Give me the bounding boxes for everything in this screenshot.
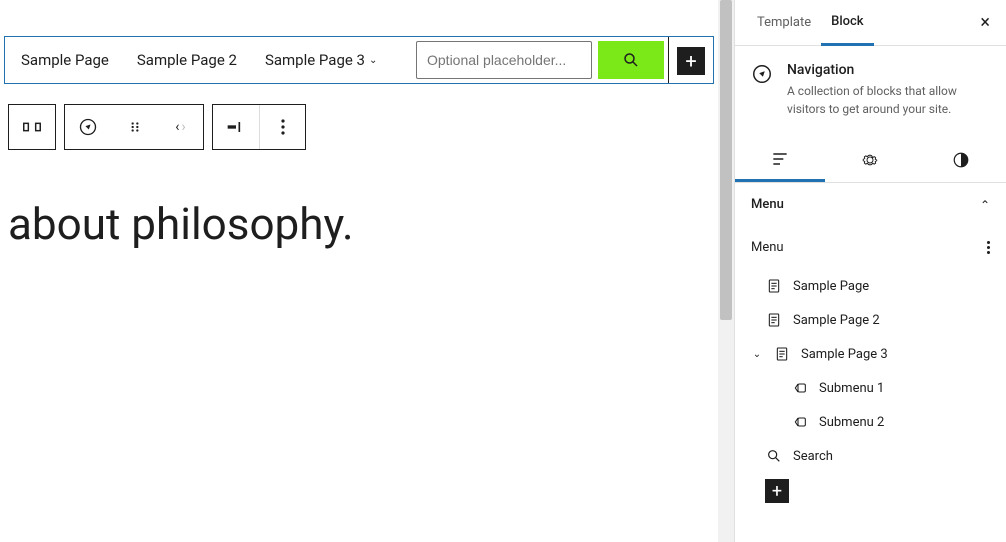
- chevron-down-icon: ⌄: [369, 55, 377, 66]
- tree-item-page[interactable]: Sample Page: [747, 269, 994, 303]
- search-input[interactable]: [416, 41, 592, 79]
- row-icon: [21, 116, 43, 138]
- navigation-tree: Sample Page Sample Page 2 ⌄ Sample Page …: [735, 269, 1006, 515]
- menu-panel-label: Menu: [751, 197, 784, 212]
- tree-item-submenu[interactable]: Submenu 1: [747, 371, 994, 405]
- styles-icon: [952, 151, 970, 169]
- gear-icon: [861, 151, 879, 169]
- post-content: about philosophy.: [8, 198, 710, 250]
- tree-item-label: Sample Page 3: [801, 347, 888, 362]
- navigation-links: Sample Page Sample Page 2 Sample Page 3 ⌄: [5, 37, 391, 83]
- block-card-text: Navigation A collection of blocks that a…: [787, 62, 990, 118]
- toolbar-group-block: ‹›: [64, 104, 204, 150]
- submenu-icon: [791, 379, 809, 397]
- search-button[interactable]: [598, 41, 664, 79]
- tree-item-page[interactable]: Sample Page 2: [747, 303, 994, 337]
- sidebar-tabs: Template Block ×: [735, 0, 1006, 46]
- chevron-right-icon[interactable]: ›: [182, 119, 186, 135]
- search-icon: [622, 51, 640, 69]
- tree-item-label: Search: [793, 449, 833, 464]
- navigation-block[interactable]: Sample Page Sample Page 2 Sample Page 3 ⌄…: [4, 36, 714, 84]
- settings-sidebar: Template Block × Navigation A collection…: [734, 0, 1006, 542]
- block-type-button[interactable]: [65, 105, 111, 149]
- tree-item-label: Sample Page: [793, 279, 869, 294]
- submenu-icon: [791, 413, 809, 431]
- menu-name-row[interactable]: Menu: [735, 226, 1006, 269]
- chevron-down-icon[interactable]: ⌄: [751, 349, 763, 360]
- chevron-left-icon[interactable]: ‹: [175, 119, 179, 135]
- drag-icon: [128, 120, 142, 134]
- mover-buttons[interactable]: ‹›: [157, 105, 203, 149]
- page-icon: [773, 345, 791, 363]
- tree-item-label: Submenu 1: [819, 381, 884, 396]
- chevron-up-icon: ⌃: [980, 198, 990, 212]
- tree-item-page-expanded[interactable]: ⌄ Sample Page 3: [747, 337, 994, 371]
- subtab-settings[interactable]: [825, 138, 915, 182]
- inspector-subtabs: [735, 138, 1006, 183]
- divider: [668, 37, 669, 83]
- tab-template[interactable]: Template: [747, 0, 821, 46]
- nav-link-label: Sample Page: [21, 51, 109, 69]
- add-menu-item-button[interactable]: +: [765, 479, 789, 503]
- page-icon: [765, 277, 783, 295]
- block-card: Navigation A collection of blocks that a…: [735, 46, 1006, 130]
- drag-handle[interactable]: [111, 105, 157, 149]
- block-title: Navigation: [787, 62, 990, 78]
- menu-actions-button[interactable]: [987, 241, 990, 254]
- tree-item-label: Sample Page 2: [793, 313, 880, 328]
- nav-link-sample-page-2[interactable]: Sample Page 2: [123, 51, 251, 69]
- page-icon: [765, 311, 783, 329]
- subtab-styles[interactable]: [916, 138, 1006, 182]
- justify-button[interactable]: [213, 105, 259, 149]
- close-sidebar-button[interactable]: ×: [976, 8, 994, 37]
- nav-link-sample-page[interactable]: Sample Page: [7, 51, 123, 69]
- subtab-list-view[interactable]: [735, 138, 825, 182]
- more-vertical-icon: [281, 119, 285, 135]
- navigation-icon: [78, 117, 98, 137]
- editor-canvas: Sample Page Sample Page 2 Sample Page 3 ⌄…: [0, 0, 718, 542]
- more-options-button[interactable]: [259, 105, 305, 149]
- justify-icon: [226, 120, 246, 134]
- heading-block[interactable]: about philosophy.: [8, 198, 710, 250]
- search-icon: [765, 447, 783, 465]
- toolbar-group-align: [212, 104, 306, 150]
- nav-link-label: Sample Page 3: [265, 51, 365, 69]
- list-view-icon: [770, 151, 790, 167]
- nav-link-sample-page-3[interactable]: Sample Page 3 ⌄: [251, 51, 391, 69]
- scrollbar-track[interactable]: [718, 0, 734, 542]
- tab-block[interactable]: Block: [821, 0, 873, 46]
- scrollbar-thumb[interactable]: [720, 0, 732, 320]
- tree-item-submenu[interactable]: Submenu 2: [747, 405, 994, 439]
- add-block-button[interactable]: +: [677, 47, 705, 75]
- select-parent-button[interactable]: [9, 105, 55, 149]
- block-description: A collection of blocks that allow visito…: [787, 82, 990, 118]
- toolbar-group-parent: [8, 104, 56, 150]
- navigation-icon: [751, 62, 773, 118]
- nav-link-label: Sample Page 2: [137, 51, 237, 69]
- menu-panel-toggle[interactable]: Menu ⌃: [735, 183, 1006, 226]
- tree-item-search[interactable]: Search: [747, 439, 994, 473]
- move-arrows: ‹›: [175, 119, 185, 135]
- tree-item-label: Submenu 2: [819, 415, 884, 430]
- menu-name-label: Menu: [751, 240, 784, 255]
- block-toolbar: ‹›: [8, 104, 718, 150]
- search-block: [412, 37, 668, 83]
